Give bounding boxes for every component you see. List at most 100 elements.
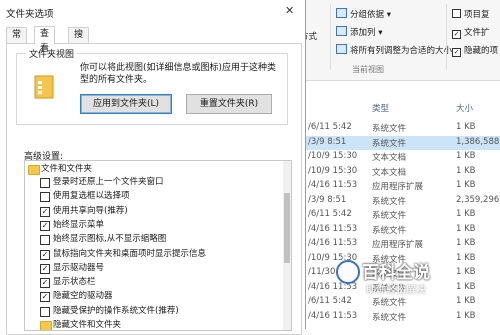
tree-option-item[interactable]: ✓ 始终显示菜单: [25, 219, 275, 232]
file-date: /6/11 5:42: [308, 209, 352, 219]
file-row[interactable]: /6/11 5:42 系统文件 1 KB: [300, 295, 500, 310]
file-type: 系统文件: [372, 124, 407, 134]
close-icon[interactable]: ✕: [285, 4, 294, 17]
tree-option-item[interactable]: 登录时还原上一个文件夹窗口: [25, 176, 275, 189]
file-row[interactable]: /3/9 8:51 系统文件 1,386,588...: [300, 135, 500, 150]
tab-general[interactable]: 常规: [6, 27, 28, 55]
tree-option-item[interactable]: 隐藏受保护的操作系统文件(推荐): [25, 305, 275, 318]
tab-search[interactable]: 搜索: [68, 27, 90, 55]
file-type: 系统文件: [372, 196, 407, 207]
option-label: 显示驱动器号: [53, 262, 105, 273]
tree-folder-hidden-files[interactable]: 隐藏文件和文件夹: [25, 319, 275, 330]
option-label: 显示状态栏: [53, 277, 96, 288]
scrollbar-thumb[interactable]: [284, 193, 290, 263]
file-row[interactable]: /10/9 15:30 文本文档 1 KB: [300, 165, 500, 180]
file-date: /4/16 11:53: [308, 223, 358, 234]
group-by-button[interactable]: 分组依据 ▾: [336, 8, 391, 20]
tree-option-item[interactable]: ✓ 显示状态栏: [25, 276, 275, 289]
file-date: /10/9 15:30: [308, 151, 358, 161]
column-type[interactable]: 类型: [372, 102, 389, 114]
option-checkbox[interactable]: [40, 178, 50, 188]
file-row[interactable]: /6/11 5:42 系统文件 1 KB: [300, 208, 500, 223]
file-size: 1 KB: [456, 252, 476, 263]
tree-root-files-folders[interactable]: 文件和文件夹: [25, 163, 275, 176]
tree-option-item[interactable]: ✓ 使用共享向导(推荐): [25, 205, 275, 218]
tree-folder-label: 隐藏文件和文件夹: [53, 320, 122, 330]
advanced-settings-tree[interactable]: 文件和文件夹 登录时还原上一个文件夹窗口 使用复选框以选择项 ✓ 使用共享向导(推荐)…: [24, 160, 292, 331]
file-type: 系统文件: [372, 225, 407, 236]
ribbon-separator: [330, 4, 331, 70]
file-size: 2,359,296...: [456, 194, 500, 205]
fit-columns-icon: [336, 44, 347, 54]
file-ext-toggle[interactable]: ✓ 文件扩: [452, 26, 490, 39]
option-label: 使用共享向导(推荐): [53, 205, 128, 216]
file-row[interactable]: /6/11 5:42 系统文件 1 KB: [300, 121, 500, 136]
option-checkbox[interactable]: ✓: [40, 292, 50, 303]
hidden-items-toggle[interactable]: ✓ 隐藏的项: [452, 44, 498, 57]
option-checkbox[interactable]: ✓: [40, 263, 50, 274]
tab-view[interactable]: 查看: [34, 26, 56, 54]
file-row[interactable]: /4/16 11:53 系统文件 1 KB: [300, 223, 500, 238]
option-checkbox[interactable]: [40, 235, 50, 246]
option-label: 隐藏受保护的操作系统文件(推荐): [53, 305, 179, 316]
fit-columns-button[interactable]: 将所有列调整为合适的大小: [336, 44, 452, 56]
hidden-items-box[interactable]: ✓: [452, 48, 461, 57]
dialog-title: 文件夹选项: [6, 9, 54, 20]
group-by-icon: [336, 8, 347, 18]
folder-icon: [28, 165, 40, 175]
file-ext-box[interactable]: ✓: [452, 30, 461, 39]
file-size: 1 KB: [456, 310, 476, 321]
watermark-title: 百科全说: [362, 263, 430, 283]
option-label: 登录时还原上一个文件夹窗口: [53, 177, 164, 187]
option-label: 隐藏空的驱动器: [53, 291, 113, 302]
add-column-icon: [336, 26, 347, 36]
file-type: 文本文档: [372, 167, 407, 178]
tree-root-label: 文件和文件夹: [41, 164, 93, 174]
file-ext-label: 文件扩: [464, 28, 490, 38]
folder-views-icon: [34, 75, 54, 99]
file-date: /3/9 8:51: [308, 194, 347, 205]
file-row[interactable]: /3/9 8:51 系统文件 2,359,296...: [300, 194, 500, 209]
file-size: 1 KB: [456, 238, 476, 248]
option-checkbox[interactable]: ✓: [40, 249, 50, 260]
column-size[interactable]: 大小: [456, 102, 473, 114]
folder-options-dialog: 文件夹选项 ✕ 常规 查看 搜索 文件夹视图 你可以将此视图(如详细信息或图标)…: [0, 0, 306, 335]
file-size: 1 KB: [456, 296, 476, 306]
file-date: /4/16 11:53: [308, 180, 358, 190]
option-label: 始终显示图标,从不显示缩略图: [53, 234, 167, 245]
tree-option-item[interactable]: 始终显示图标,从不显示缩略图: [25, 233, 275, 246]
file-row[interactable]: /4/16 11:53 系统文件 1 KB: [300, 310, 500, 325]
item-checkbox-box[interactable]: [452, 9, 461, 18]
item-checkbox-toggle[interactable]: 项目复: [452, 8, 490, 20]
file-date: /3/9 8:51: [308, 136, 347, 147]
tree-scrollbar[interactable]: [283, 161, 291, 330]
file-date: /6/11 5:42: [308, 122, 352, 132]
watermark-subtitle: 助你轻松解决: [366, 285, 426, 296]
file-row[interactable]: /4/16 11:53 应用程序扩展 1 KB: [300, 237, 500, 252]
file-date: /6/11 5:42: [308, 296, 352, 306]
file-size: 1 KB: [456, 281, 476, 292]
option-checkbox[interactable]: ✓: [40, 220, 50, 231]
file-type: 文本文档: [372, 153, 407, 163]
current-view-group-label: 当前视图: [352, 65, 384, 74]
file-size: 1 KB: [456, 122, 476, 132]
apply-to-folders-button[interactable]: 应用到文件夹(L): [80, 94, 172, 114]
tree-option-item[interactable]: ✓ 显示驱动器号: [25, 262, 275, 275]
file-date: /4/16 11:53: [308, 310, 358, 321]
file-row[interactable]: /4/16 11:53 应用程序扩展 1 KB: [300, 179, 500, 194]
tree-option-item[interactable]: ✓ 鼠标指向文件夹和桌面项时显示提示信息: [25, 248, 275, 261]
file-type: 系统文件: [372, 138, 407, 149]
tree-option-item[interactable]: ✓ 隐藏空的驱动器: [25, 290, 275, 303]
file-type: 应用程序扩展: [372, 182, 424, 192]
option-checkbox[interactable]: [40, 306, 50, 317]
column-headers: 类型 大小: [300, 100, 500, 116]
file-type: 系统文件: [372, 312, 407, 323]
folder-icon: [40, 321, 52, 330]
add-column-button[interactable]: 添加列 ▾: [336, 26, 382, 38]
option-checkbox[interactable]: ✓: [40, 206, 50, 217]
reset-folders-button[interactable]: 重置文件夹(R): [186, 94, 272, 114]
option-checkbox[interactable]: ✓: [40, 278, 50, 289]
option-checkbox[interactable]: [40, 192, 50, 203]
file-row[interactable]: /10/9 15:30 文本文档 1 KB: [300, 150, 500, 165]
tree-option-item[interactable]: 使用复选框以选择项: [25, 190, 275, 203]
